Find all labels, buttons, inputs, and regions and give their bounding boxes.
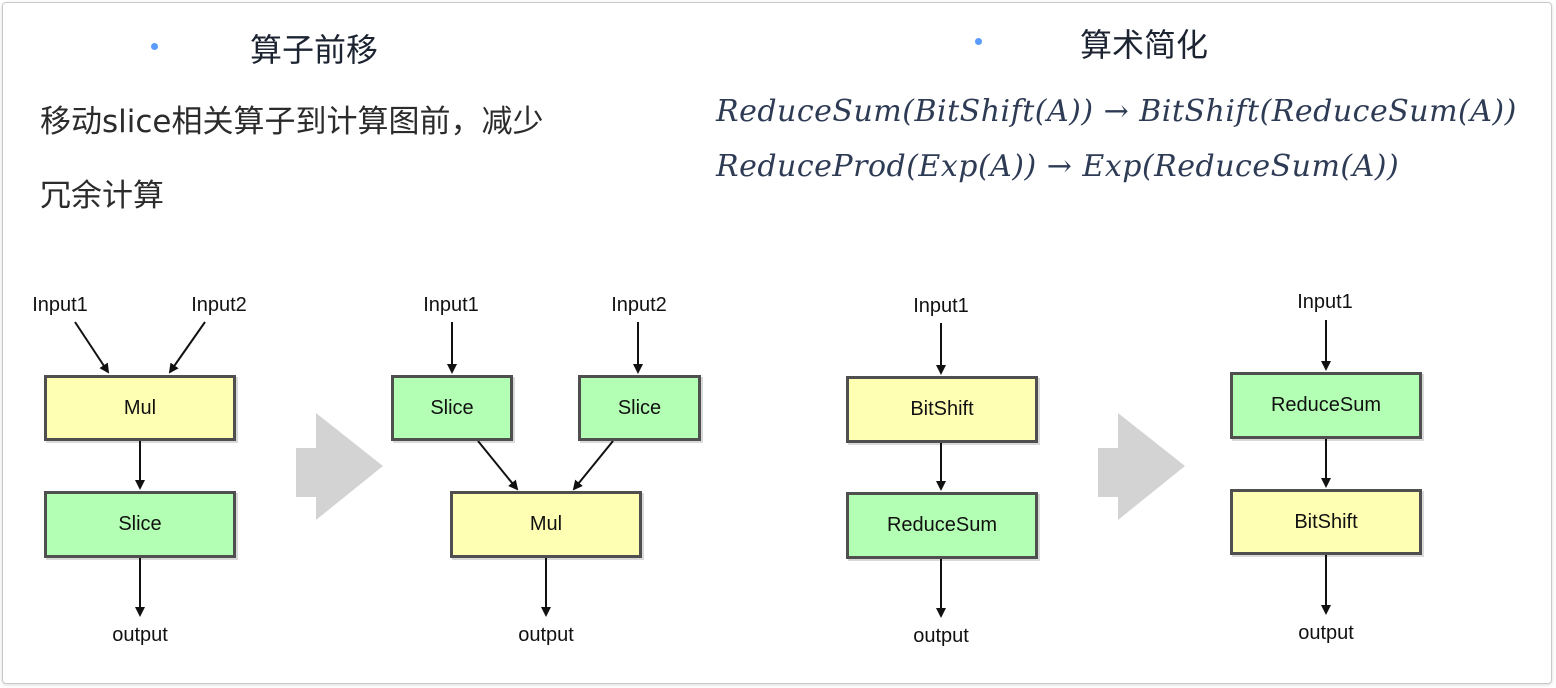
diagram-arrows <box>74 320 1331 618</box>
d2-node-slice-left: Slice <box>391 375 513 441</box>
d2-input1-label: Input1 <box>423 294 479 316</box>
d2-edge-slice-mul-right <box>572 440 614 491</box>
d1-node-mul: Mul <box>44 375 236 441</box>
d1-input2-label: Input2 <box>191 294 247 316</box>
d4-node-bitshift: BitShift <box>1230 489 1422 555</box>
d4-node-reducesum: ReduceSum <box>1230 372 1422 439</box>
d3-node-bitshift: BitShift <box>846 376 1038 443</box>
d2-output-label: output <box>518 624 574 646</box>
d4-input1-label: Input1 <box>1297 291 1353 313</box>
transform-arrow-right <box>1098 413 1185 520</box>
d3-output-label: output <box>913 625 969 647</box>
d2-input2-label: Input2 <box>611 294 667 316</box>
d2-edge-slice-mul-left <box>477 440 519 491</box>
d2-node-mul: Mul <box>450 491 642 558</box>
d4-output-label: output <box>1298 622 1354 644</box>
d1-node-slice: Slice <box>44 491 236 558</box>
transform-arrow-left <box>296 413 383 520</box>
d3-input1-label: Input1 <box>913 295 969 317</box>
d1-input1-label: Input1 <box>32 294 88 316</box>
d1-output-label: output <box>112 624 168 646</box>
d1-edge-input2-mul <box>168 321 206 374</box>
d2-node-slice-right: Slice <box>578 375 701 441</box>
d1-edge-input1-mul <box>74 321 110 374</box>
d3-node-reducesum: ReduceSum <box>846 492 1038 559</box>
